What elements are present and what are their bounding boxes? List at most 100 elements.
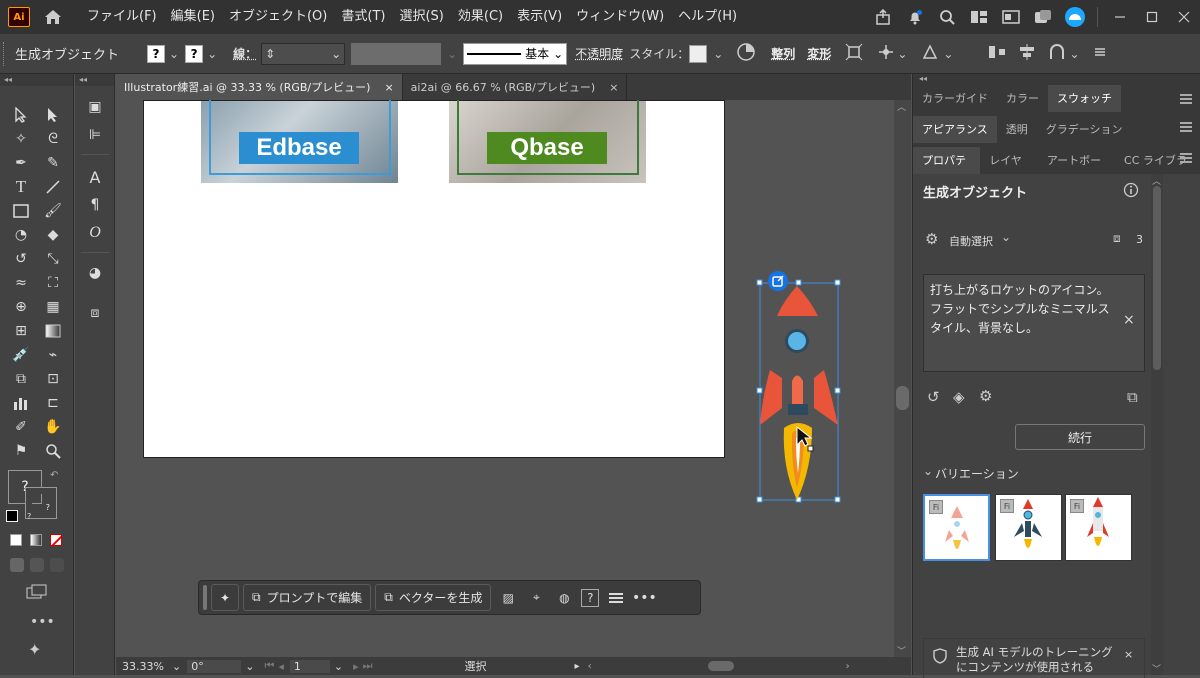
tab-illustrator-practice[interactable]: Illustrator練習.ai @ 33.33 % (RGB/プレビュー) × <box>116 74 403 100</box>
h-scroll-thumb[interactable] <box>707 661 734 671</box>
measure-tool-icon[interactable]: ⌁ <box>42 344 64 366</box>
rotation-field[interactable]: 0° <box>187 659 242 673</box>
transform-panel-icon[interactable]: ⧈ <box>84 302 106 324</box>
auto-select-label[interactable]: 自動選択 <box>949 233 993 249</box>
isolate-icon[interactable]: ⌖ <box>525 587 547 609</box>
edit-toolbar-icon[interactable]: ••• <box>30 614 55 630</box>
secondary-panel-header[interactable]: ◂◂ <box>75 74 114 86</box>
screen-mode-icon[interactable] <box>26 584 48 603</box>
brush-definition-select[interactable]: 基本 ⌄ <box>463 42 568 65</box>
puppet-warp-icon[interactable] <box>877 43 895 64</box>
settings-gear-icon[interactable]: ⚙ <box>979 387 992 405</box>
graphic-style-swatch[interactable] <box>689 44 708 63</box>
panel-menu-icon[interactable] <box>1180 122 1192 132</box>
edbase-image[interactable]: Edbase <box>201 100 398 183</box>
none-mode-icon[interactable] <box>50 534 62 546</box>
qbase-image[interactable]: Qbase <box>449 100 646 183</box>
window-close-icon[interactable] <box>1173 6 1195 28</box>
prev-artboard-icon[interactable]: ◂ <box>278 660 284 673</box>
menu-select[interactable]: 選択(S) <box>392 0 450 34</box>
color-mode-icon[interactable] <box>10 534 22 546</box>
rotation-chevron-icon[interactable]: ⌄ <box>245 660 254 673</box>
menu-icon[interactable] <box>605 587 627 609</box>
control-bar-menu-icon[interactable] <box>1094 46 1106 61</box>
magic-wand-tool-icon[interactable]: ✧ <box>10 128 32 150</box>
generate-vector-button[interactable]: ⧉ ベクターを生成 <box>375 584 492 611</box>
blend-tool-icon[interactable]: ⧉ <box>10 368 32 390</box>
tab-swatches[interactable]: スウォッチ <box>1048 85 1121 112</box>
panel-expand-icon[interactable]: ⧉ <box>1127 388 1138 406</box>
character-panel-icon[interactable]: A <box>84 166 106 188</box>
zoom-tool-icon[interactable] <box>42 440 64 462</box>
tools-panel-header[interactable]: ◂◂ <box>0 74 73 86</box>
menu-window[interactable]: ウィンドウ(W) <box>569 0 671 34</box>
home-icon[interactable] <box>42 6 64 28</box>
menu-effect[interactable]: 効果(C) <box>451 0 510 34</box>
artboard-tool-icon[interactable]: ⊏ <box>42 392 64 414</box>
panel-scroll-thumb[interactable] <box>1153 186 1161 370</box>
style-chevron-icon[interactable]: ⌄ <box>713 47 723 61</box>
plugins-icon[interactable] <box>1032 6 1054 28</box>
artboard[interactable]: Edbase Qbase <box>143 100 725 458</box>
close-icon[interactable]: × <box>384 81 393 94</box>
paragraph-panel-icon[interactable]: ¶ <box>84 194 106 216</box>
artboard-chevron-icon[interactable]: ⌄ <box>334 660 343 673</box>
notice-close-icon[interactable]: × <box>1124 648 1133 661</box>
panel-collapse-icon[interactable]: ◂◂ <box>919 74 927 83</box>
tab-gradient[interactable]: グラデーション <box>1037 116 1132 143</box>
h-scroll-right-icon[interactable]: › <box>846 661 850 672</box>
scroll-down-icon[interactable]: ﹀ <box>897 644 906 657</box>
recolor-artwork-icon[interactable] <box>737 43 756 64</box>
panel-menu-icon[interactable] <box>1180 153 1192 163</box>
chevron-down-icon[interactable]: ⌄ <box>331 47 341 61</box>
tab-artboards[interactable]: アートボード <box>1038 147 1115 194</box>
paintbrush-tool-icon[interactable]: 🖌 <box>42 200 64 222</box>
workspace-layout-icon[interactable] <box>968 6 990 28</box>
perspective-grid-tool-icon[interactable]: ▦ <box>42 296 64 318</box>
align-label[interactable]: 整列 <box>771 45 795 62</box>
pen-options-icon[interactable] <box>921 43 939 64</box>
artboard-number-field[interactable]: 1 <box>289 659 330 673</box>
isolate-icon[interactable] <box>845 43 863 64</box>
info-icon[interactable] <box>1123 182 1139 201</box>
column-graph-tool-icon[interactable] <box>10 392 32 414</box>
tab-color[interactable]: カラー <box>997 85 1048 112</box>
scroll-up-icon[interactable]: ︿ <box>897 100 906 113</box>
menu-view[interactable]: 表示(V) <box>510 0 569 34</box>
eyedropper-tool-icon[interactable]: 💉 <box>10 344 32 366</box>
arrange-documents-icon[interactable] <box>1000 6 1022 28</box>
opentype-panel-icon[interactable]: O <box>84 222 106 244</box>
mesh-tool-icon[interactable]: ⊞ <box>10 320 32 342</box>
stroke-weight-field[interactable]: ⇕ ⌄ <box>261 42 346 65</box>
gradient-tool-icon[interactable] <box>42 320 64 342</box>
h-scroll-left-icon[interactable]: ‹ <box>588 661 592 672</box>
swap-fill-stroke-icon[interactable]: ↶ <box>50 470 58 481</box>
eraser-tool-icon[interactable]: ◆ <box>42 224 64 246</box>
rocket-generative-object[interactable] <box>752 268 852 508</box>
horizontal-scrollbar[interactable] <box>596 660 846 672</box>
menu-type[interactable]: 書式(T) <box>334 0 392 34</box>
align-anchor-icon[interactable] <box>1047 43 1067 64</box>
control-bar-grip[interactable] <box>3 41 7 66</box>
variations-chevron-icon[interactable]: ⌄ <box>923 464 933 478</box>
prompt-clear-icon[interactable]: × <box>1123 312 1135 328</box>
generative-ai-icon[interactable]: ✦ <box>28 640 41 659</box>
variation-thumb-3[interactable]: Fi <box>1065 494 1132 561</box>
curvature-tool-icon[interactable]: ✎ <box>42 152 64 174</box>
variable-width-profile[interactable] <box>351 42 442 65</box>
recolor-icon[interactable]: ◍ <box>553 587 575 609</box>
task-bar-grip[interactable] <box>203 585 207 610</box>
canvas[interactable]: Edbase Qbase <box>116 100 894 657</box>
edit-with-prompt-button[interactable]: ⧉ プロンプトで編集 <box>243 584 372 611</box>
notification-bell-icon[interactable] <box>904 6 926 28</box>
tab-color-guide[interactable]: カラーガイド <box>913 85 997 112</box>
search-icon[interactable] <box>936 6 958 28</box>
shaper-tool-icon[interactable]: ◔ <box>10 224 32 246</box>
chevron-down-icon[interactable]: ⌄ <box>943 47 953 61</box>
variation-thumb-1[interactable]: Fi <box>923 494 990 561</box>
hand-tool-icon[interactable]: ✋ <box>42 416 64 438</box>
panel-menu-icon[interactable] <box>1180 94 1192 104</box>
rectangle-tool-icon[interactable] <box>10 200 32 222</box>
menu-object[interactable]: オブジェクト(O) <box>222 0 334 34</box>
chevron-down-icon[interactable]: ⌄ <box>553 47 563 61</box>
